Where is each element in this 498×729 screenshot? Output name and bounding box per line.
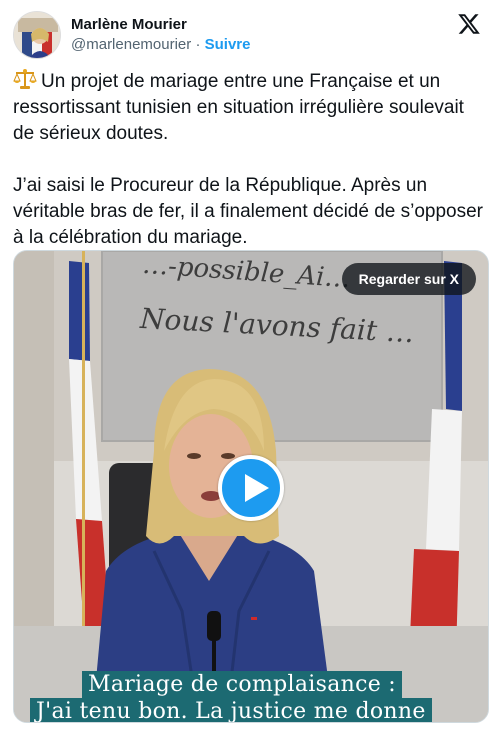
- x-logo-icon[interactable]: [457, 12, 481, 36]
- follow-button[interactable]: Suivre: [205, 36, 251, 53]
- video-caption-line-2: J'ai tenu bon. La justice me donne: [30, 698, 432, 722]
- watch-on-x-button[interactable]: Regarder sur X: [341, 263, 476, 295]
- avatar[interactable]: [13, 11, 61, 59]
- tweet-text: Un projet de mariage entre une Française…: [13, 68, 489, 251]
- tweet-paragraph-1-text: Un projet de mariage entre une Française…: [13, 71, 464, 144]
- scale-emoji-icon: [13, 69, 37, 89]
- tweet-paragraph-2: J’ai saisi le Procureur de la République…: [13, 175, 483, 248]
- author-handle[interactable]: @marlenemourier: [71, 36, 191, 53]
- author-name[interactable]: Marlène Mourier: [71, 15, 250, 34]
- avatar-image: [14, 12, 60, 58]
- play-button[interactable]: [218, 455, 284, 521]
- play-icon: [245, 474, 269, 502]
- tweet-paragraph-1: Un projet de mariage entre une Française…: [13, 68, 489, 147]
- separator-dot: ·: [195, 36, 201, 53]
- tweet-header: Marlène Mourier @marlenemourier · Suivre: [13, 10, 485, 60]
- video-caption-line-1: Mariage de complaisance :: [82, 671, 403, 698]
- video-media[interactable]: …-possible_Ai… Nous l'avons fait … Regar…: [13, 250, 489, 723]
